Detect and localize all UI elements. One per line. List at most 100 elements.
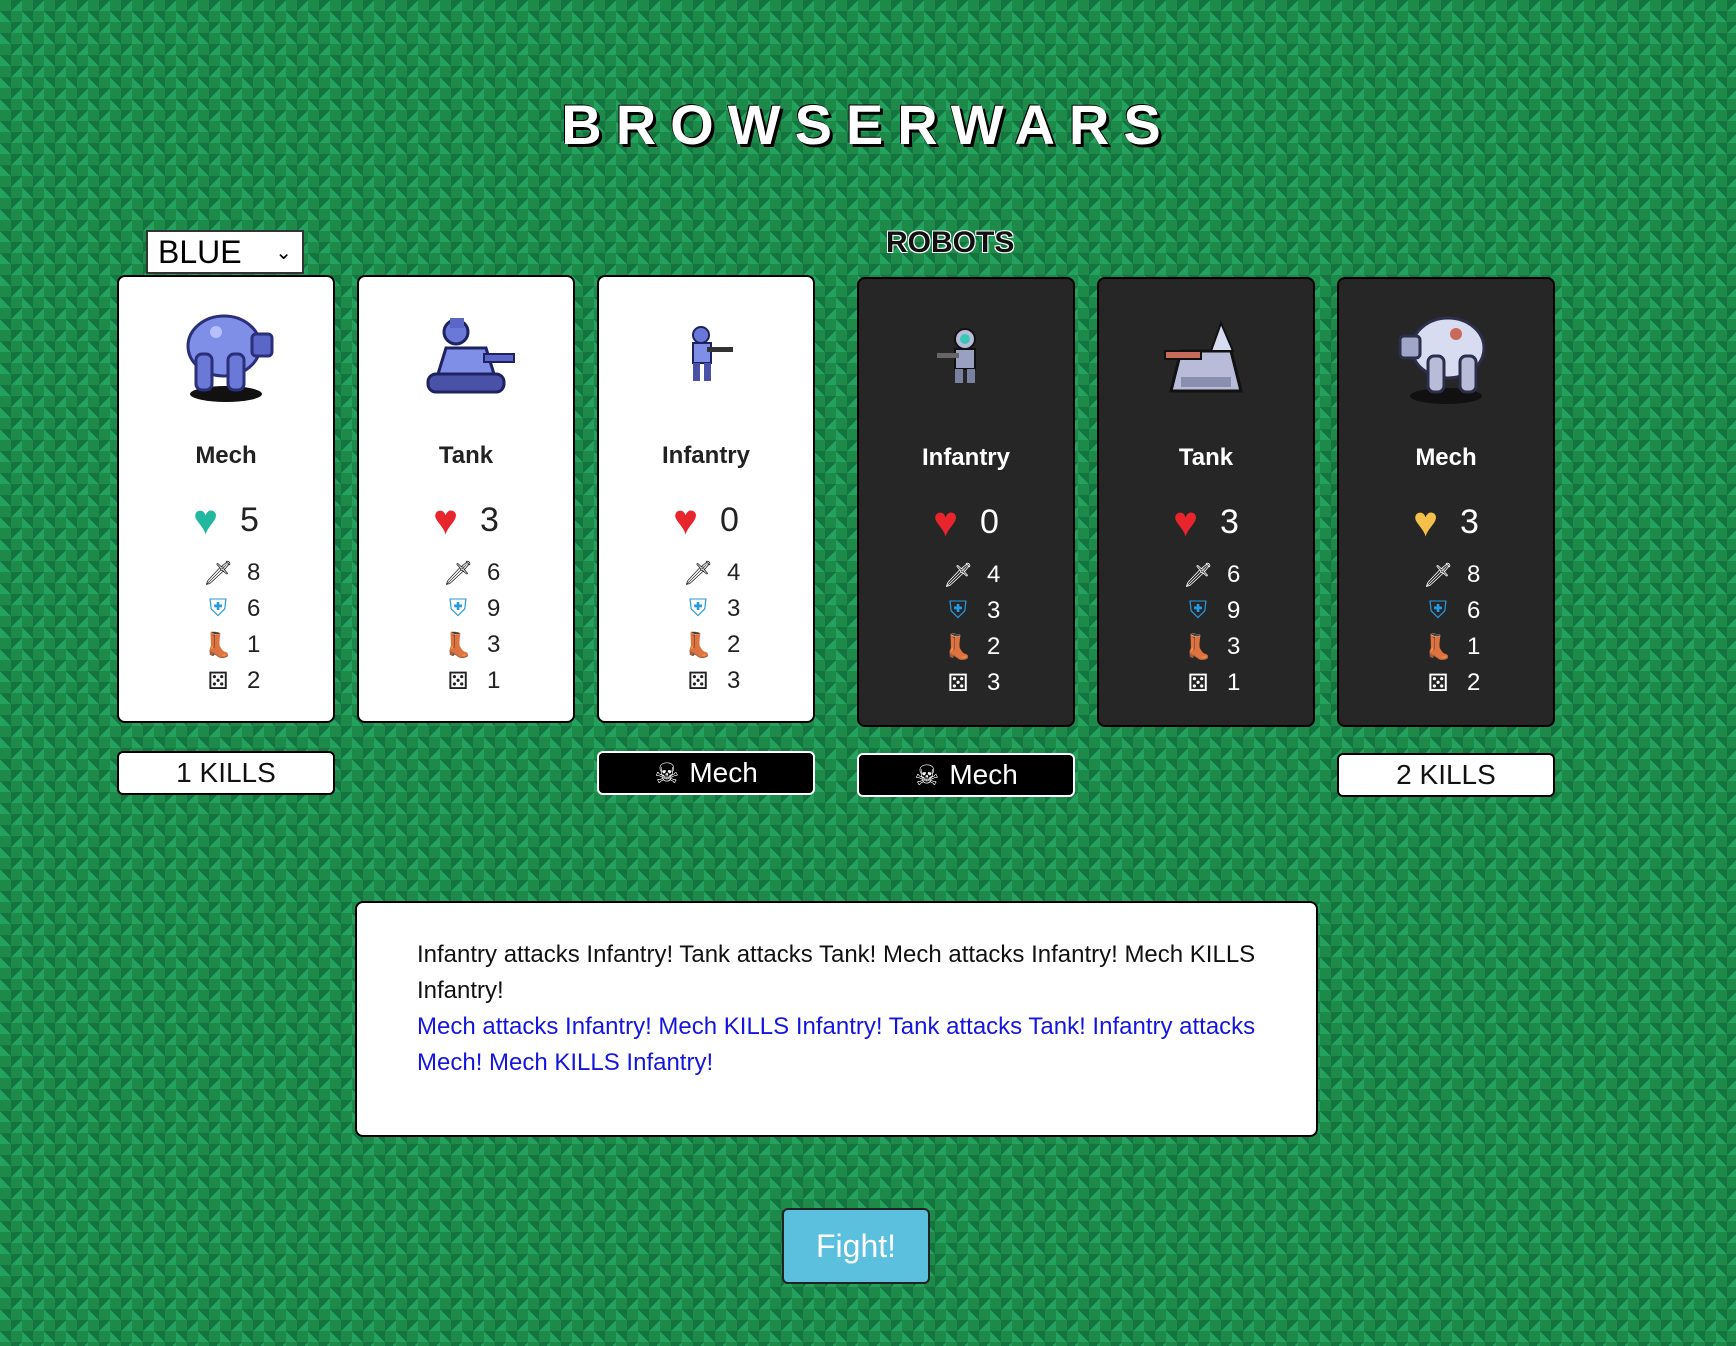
dice-icon: ⚄ <box>1187 669 1209 697</box>
player-card-infantry[interactable]: Infantry ♥ 0 🗡 4 ⛨ 3 👢 2 ⚄ 3 <box>597 275 815 723</box>
tank-sprite-icon <box>359 299 573 409</box>
dice-icon: ⚄ <box>207 667 229 695</box>
unit-hp-value: 3 <box>1460 502 1479 541</box>
mech-sprite-icon <box>119 299 333 409</box>
dice-value: 1 <box>487 667 501 694</box>
move-value: 3 <box>1227 633 1241 660</box>
boot-icon: 👢 <box>1183 633 1213 661</box>
unit-hp-value: 3 <box>480 500 499 539</box>
move-value: 3 <box>487 631 501 658</box>
unit-hp: ♥ 3 <box>1099 501 1313 543</box>
dice-icon: ⚄ <box>687 667 709 695</box>
unit-hp: ♥ 5 <box>119 499 333 541</box>
dice-value: 1 <box>1227 669 1241 696</box>
defense-value: 9 <box>487 595 501 622</box>
enemy-card-mech[interactable]: Mech ♥ 3 🗡 8 ⛨ 6 👢 1 ⚄ 2 <box>1337 277 1555 727</box>
sword-icon: 🗡 <box>943 561 974 589</box>
unit-stats: 🗡 8 ⛨ 6 👢 1 ⚄ 2 <box>1423 557 1480 701</box>
defense-value: 9 <box>1227 597 1241 624</box>
sword-icon: 🗡 <box>203 559 234 587</box>
chevron-down-icon: ⌄ <box>275 241 292 264</box>
boot-icon: 👢 <box>943 633 973 661</box>
enemy-card-tank[interactable]: Tank ♥ 3 🗡 6 ⛨ 9 👢 3 ⚄ 1 <box>1097 277 1315 727</box>
heart-icon: ♥ <box>1173 498 1198 545</box>
move-value: 2 <box>727 631 741 658</box>
battle-log-line: Mech attacks Infantry! Mech KILLS Infant… <box>417 1013 1256 1076</box>
attack-value: 8 <box>1467 561 1481 588</box>
attack-value: 6 <box>487 559 501 586</box>
opponent-label: ROBOTS <box>886 226 1015 259</box>
unit-stats: 🗡 4 ⛨ 3 👢 2 ⚄ 3 <box>943 557 1000 701</box>
shield-icon: ⛨ <box>949 597 967 624</box>
boot-icon: 👢 <box>203 631 233 659</box>
robot-tank-sprite-icon <box>1099 301 1313 411</box>
defense-value: 3 <box>727 595 741 622</box>
killed-by-badge: ☠ Mech <box>857 753 1075 797</box>
dice-icon: ⚄ <box>1427 669 1449 697</box>
unit-name: Tank <box>1178 444 1234 471</box>
shield-icon: ⛨ <box>209 595 227 622</box>
unit-name: Infantry <box>661 442 750 469</box>
killed-by-label: Mech <box>949 759 1018 790</box>
unit-name: Infantry <box>921 444 1010 471</box>
boot-icon: 👢 <box>683 631 713 659</box>
dice-value: 3 <box>987 669 1001 696</box>
move-value: 2 <box>987 633 1001 660</box>
sword-icon: 🗡 <box>443 559 474 587</box>
unit-stats: 🗡 6 ⛨ 9 👢 3 ⚄ 1 <box>443 555 500 699</box>
dice-icon: ⚄ <box>947 669 969 697</box>
shield-icon: ⛨ <box>449 595 467 622</box>
game-title: BROWSERWARS <box>561 93 1175 156</box>
unit-hp-value: 5 <box>240 500 259 539</box>
attack-value: 6 <box>1227 561 1241 588</box>
killed-by-label: Mech <box>689 757 758 788</box>
unit-stats: 🗡 8 ⛨ 6 👢 1 ⚄ 2 <box>203 555 260 699</box>
battle-log-line: Infantry attacks Infantry! Tank attacks … <box>417 941 1256 1004</box>
defense-value: 3 <box>987 597 1001 624</box>
player-card-mech[interactable]: Mech ♥ 5 🗡 8 ⛨ 6 👢 1 ⚄ 2 <box>117 275 335 723</box>
sword-icon: 🗡 <box>1183 561 1214 589</box>
heart-icon: ♥ <box>193 496 218 543</box>
killed-by-badge: ☠ Mech <box>597 751 815 795</box>
kills-badge: 1 KILLS <box>117 751 335 795</box>
player-card-tank[interactable]: Tank ♥ 3 🗡 6 ⛨ 9 👢 3 ⚄ 1 <box>357 275 575 723</box>
dice-value: 2 <box>1467 669 1481 696</box>
attack-value: 4 <box>727 559 741 586</box>
team-select-value: BLUE <box>158 233 242 270</box>
heart-icon: ♥ <box>1413 498 1438 545</box>
shield-icon: ⛨ <box>689 595 707 622</box>
defense-value: 6 <box>1467 597 1481 624</box>
unit-name: Tank <box>438 442 494 469</box>
team-select[interactable]: BLUE ⌄ <box>146 230 304 274</box>
unit-hp: ♥ 3 <box>359 499 573 541</box>
unit-hp-value: 0 <box>980 502 999 541</box>
unit-hp-value: 0 <box>720 500 739 539</box>
heart-icon: ♥ <box>673 496 698 543</box>
enemy-card-infantry[interactable]: Infantry ♥ 0 🗡 4 ⛨ 3 👢 2 ⚄ 3 <box>857 277 1075 727</box>
heart-icon: ♥ <box>933 498 958 545</box>
defense-value: 6 <box>247 595 261 622</box>
unit-name: Mech <box>1415 444 1477 471</box>
sword-icon: 🗡 <box>1423 561 1454 589</box>
heart-icon: ♥ <box>433 496 458 543</box>
unit-hp: ♥ 0 <box>859 501 1073 543</box>
fight-button[interactable]: Fight! <box>782 1208 930 1284</box>
shield-icon: ⛨ <box>1429 597 1447 624</box>
battle-log: Infantry attacks Infantry! Tank attacks … <box>355 901 1318 1137</box>
skull-icon: ☠ <box>654 757 680 789</box>
attack-value: 4 <box>987 561 1001 588</box>
dice-value: 2 <box>247 667 261 694</box>
unit-stats: 🗡 6 ⛨ 9 👢 3 ⚄ 1 <box>1183 557 1240 701</box>
dice-icon: ⚄ <box>447 667 469 695</box>
move-value: 1 <box>247 631 261 658</box>
attack-value: 8 <box>247 559 261 586</box>
shield-icon: ⛨ <box>1189 597 1207 624</box>
unit-name: Mech <box>195 442 257 469</box>
skull-icon: ☠ <box>914 759 940 791</box>
robot-mech-sprite-icon <box>1339 301 1553 411</box>
sword-icon: 🗡 <box>683 559 714 587</box>
unit-stats: 🗡 4 ⛨ 3 👢 2 ⚄ 3 <box>683 555 740 699</box>
kills-badge-label: 2 KILLS <box>1396 759 1496 790</box>
unit-hp: ♥ 0 <box>599 499 813 541</box>
unit-hp: ♥ 3 <box>1339 501 1553 543</box>
